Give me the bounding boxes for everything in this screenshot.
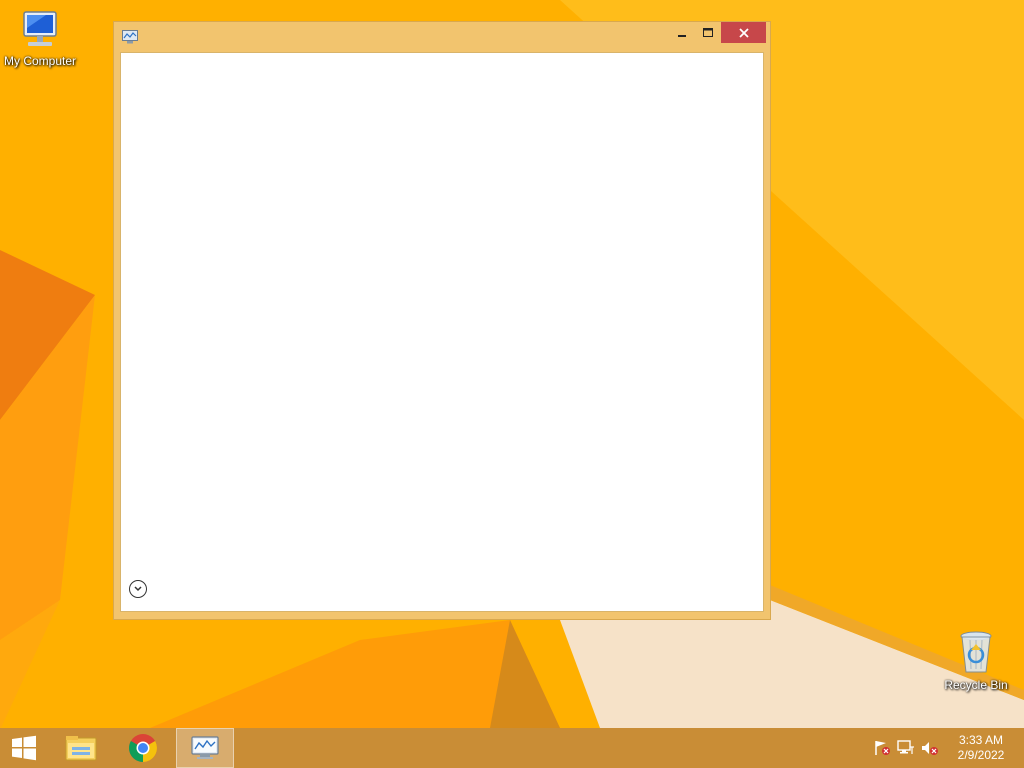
network-icon[interactable] [897, 740, 915, 756]
expand-details-button[interactable] [129, 580, 147, 598]
clock-date: 2/9/2022 [957, 748, 1005, 762]
start-button[interactable] [0, 728, 48, 768]
recycle-bin-icon [960, 631, 992, 673]
minimize-icon [678, 34, 686, 37]
taskbar: 3:33 AM 2/9/2022 [0, 728, 1024, 768]
my-computer-label: My Computer [3, 54, 77, 68]
minimize-button[interactable] [669, 22, 695, 43]
maximize-button[interactable] [695, 22, 721, 43]
window-titlebar[interactable] [114, 22, 770, 52]
clock-time: 3:33 AM [958, 733, 1004, 747]
performance-monitor-icon [191, 736, 219, 759]
chrome-taskbar-button[interactable] [118, 728, 168, 768]
action-center-flag-icon[interactable] [873, 740, 891, 756]
chrome-icon [129, 734, 157, 762]
my-computer-icon[interactable]: My Computer [0, 8, 80, 68]
chevron-down-icon [134, 586, 142, 592]
maximize-icon [703, 27, 713, 37]
folder-icon [65, 736, 97, 761]
file-explorer-taskbar-button[interactable] [56, 728, 106, 768]
desktop: My Computer Recycle Bin 3:33 AM 2/9/2022 [0, 0, 1024, 768]
recycle-bin-desktop-icon[interactable]: Recycle Bin [936, 630, 1016, 692]
performance-monitor-taskbar-button[interactable] [176, 728, 234, 768]
app-window [113, 21, 771, 620]
computer-icon [23, 11, 57, 46]
window-content [120, 52, 764, 612]
volume-muted-icon[interactable] [921, 740, 939, 756]
performance-monitor-icon [122, 30, 138, 44]
close-button[interactable] [721, 22, 766, 43]
windows-logo-icon [12, 735, 36, 761]
close-icon [738, 27, 749, 38]
recycle-bin-label: Recycle Bin [944, 678, 1008, 692]
taskbar-clock[interactable]: 3:33 AM 2/9/2022 [950, 733, 1012, 763]
